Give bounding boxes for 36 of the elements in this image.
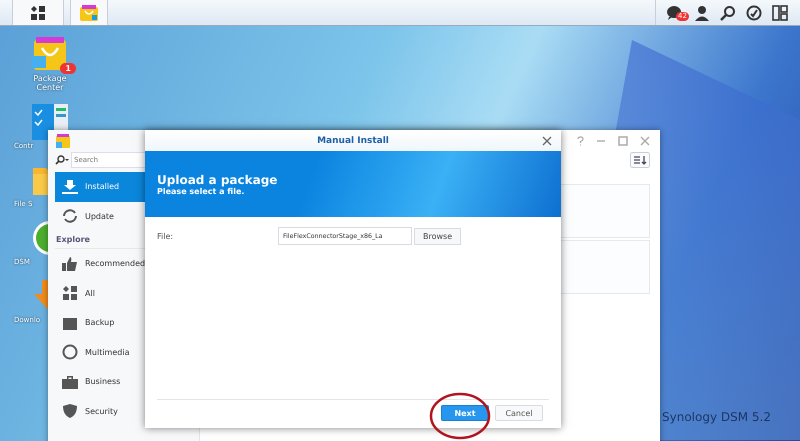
close-icon[interactable]	[542, 136, 552, 146]
package-center-icon	[56, 134, 70, 148]
business-icon	[61, 374, 79, 390]
wallpaper-logo: Synology DSM 5.2	[662, 410, 771, 424]
dashboard-icon[interactable]	[746, 4, 762, 20]
sidebar-item[interactable]: Security	[55, 396, 199, 426]
security-icon	[61, 403, 79, 420]
sidebar-item[interactable]: Multimedia	[55, 338, 199, 367]
update-icon	[61, 208, 79, 224]
update-count-badge: 1	[60, 63, 76, 74]
browse-button[interactable]: Browse	[414, 228, 462, 244]
package-center-icon[interactable]	[32, 36, 68, 72]
search-icon[interactable]	[55, 155, 69, 165]
cancel-button[interactable]: Cancel	[495, 405, 543, 421]
sidebar-item[interactable]: Recommended	[55, 249, 199, 278]
grid-icon	[31, 6, 45, 20]
dialog-title: Manual Install	[317, 136, 389, 146]
sidebar-item[interactable]: Backup	[55, 308, 199, 338]
file-label: File:	[157, 232, 174, 240]
all-icon	[61, 285, 79, 302]
annotation-circle	[428, 391, 492, 441]
recommended-icon	[61, 256, 79, 272]
sidebar-item[interactable]: All	[55, 278, 199, 308]
maximize-button[interactable]	[618, 136, 628, 146]
sidebar-item[interactable]: Update	[55, 202, 199, 231]
desktop-icon-label: Package Center	[32, 74, 68, 92]
package-center-taskbar-icon[interactable]	[70, 0, 108, 25]
sort-button[interactable]	[630, 152, 650, 168]
user-icon[interactable]	[694, 4, 710, 20]
installed-icon	[61, 178, 79, 195]
close-button[interactable]	[640, 136, 650, 146]
multimedia-icon	[61, 344, 79, 360]
widgets-icon[interactable]	[772, 4, 788, 20]
sidebar-item[interactable]: Business	[55, 367, 199, 396]
search-icon[interactable]	[720, 4, 736, 20]
main-menu-button[interactable]	[12, 0, 64, 25]
